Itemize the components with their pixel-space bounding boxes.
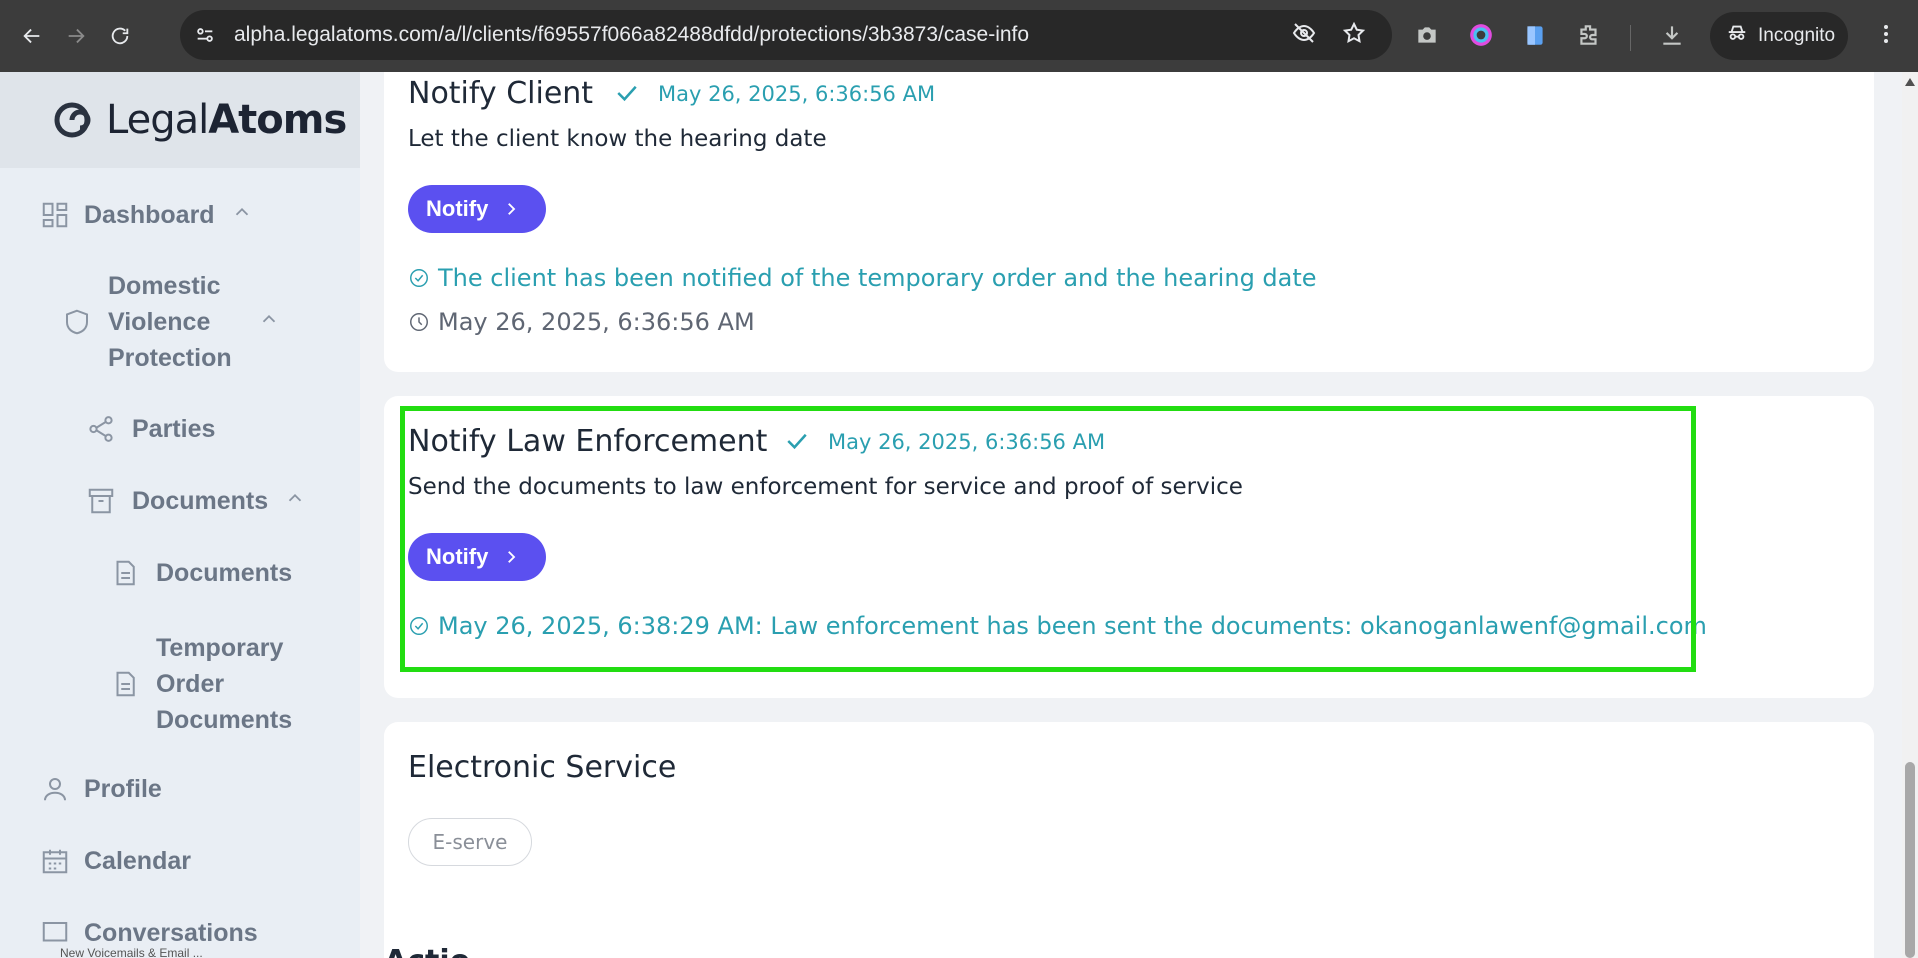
download-icon[interactable] — [1659, 22, 1685, 53]
main-content: Notify Client May 26, 2025, 6:36:56 AM L… — [360, 72, 1902, 958]
share-nodes-icon — [86, 414, 116, 444]
highlight-box — [400, 406, 1696, 672]
sidebar-item-label: Dashboard — [84, 200, 215, 229]
sidebar-item-profile[interactable]: Profile — [40, 774, 162, 804]
notify-client-button[interactable]: Notify — [408, 185, 546, 233]
step-description: Let the client know the hearing date — [408, 126, 827, 152]
electronic-service-card: Electronic Service E-serve — [384, 722, 1874, 958]
sidebar-item-label: Parties — [132, 414, 216, 443]
sidebar-item-parties[interactable]: Parties — [86, 414, 215, 444]
scrollbar-thumb[interactable] — [1905, 762, 1915, 958]
chevron-right-icon — [508, 203, 516, 215]
forward-icon[interactable] — [56, 16, 96, 56]
sidebar-item-label: Temporary Order Documents — [156, 634, 293, 734]
notify-client-card: Notify Client May 26, 2025, 6:36:56 AM L… — [384, 72, 1874, 372]
dashboard-grid-icon — [40, 200, 70, 230]
document-icon — [110, 558, 140, 588]
document-icon — [110, 669, 140, 699]
archive-box-icon — [86, 486, 116, 516]
bookmark-star-icon[interactable] — [1342, 21, 1366, 50]
legalatoms-logo-icon — [54, 102, 91, 138]
camera-icon[interactable] — [1414, 22, 1440, 53]
logo-text: LegalAtoms — [106, 97, 347, 143]
scrollbar[interactable] — [1902, 72, 1918, 958]
sidebar-item-conversations[interactable]: Conversations — [40, 918, 258, 948]
step-completed-time: May 26, 2025, 6:36:56 AM — [658, 82, 936, 106]
calendar-icon — [40, 846, 70, 876]
sidebar-footer-text: New Voicemails & Email ... — [0, 946, 360, 958]
url-text[interactable]: alpha.legalatoms.com/a/l/clients/f69557f… — [234, 23, 1292, 47]
address-bar[interactable]: alpha.legalatoms.com/a/l/clients/f69557f… — [180, 10, 1392, 60]
sidebar-item-temporary-order-documents[interactable]: Temporary Order Documents — [110, 630, 340, 738]
chat-icon — [40, 918, 70, 948]
sidebar-item-label: Profile — [84, 774, 162, 803]
chevron-up-icon[interactable] — [284, 487, 306, 516]
color-picker-extension-icon[interactable] — [1468, 22, 1494, 53]
sidebar-item-documents-sub[interactable]: Documents — [110, 558, 292, 588]
eye-off-icon[interactable] — [1292, 21, 1316, 50]
logo[interactable]: LegalAtoms — [0, 72, 360, 168]
actions-section-title: Actio — [384, 944, 470, 958]
sidebar-item-documents[interactable]: Documents — [86, 486, 306, 516]
sidebar: LegalAtoms Dashboard Domestic Violence P… — [0, 72, 360, 958]
incognito-profile-button[interactable]: Incognito — [1710, 12, 1848, 60]
toolbar-divider — [1630, 24, 1631, 51]
step-title: Electronic Service — [408, 750, 677, 785]
shield-icon — [62, 307, 92, 337]
notify-client-timestamp: May 26, 2025, 6:36:56 AM — [408, 308, 755, 336]
timestamp-text: May 26, 2025, 6:36:56 AM — [438, 308, 755, 336]
sidebar-item-label: Conversations — [84, 918, 258, 947]
incognito-label: Incognito — [1758, 25, 1836, 46]
scroll-up-arrow-icon[interactable] — [1905, 78, 1915, 86]
sidebar-item-label: Calendar — [84, 846, 191, 875]
button-label: Notify — [426, 196, 489, 221]
clock-icon — [410, 313, 428, 331]
incognito-icon — [1726, 22, 1748, 50]
clipboard-extension-icon[interactable] — [1522, 22, 1548, 53]
chevron-up-icon[interactable] — [258, 308, 280, 337]
chevron-up-icon[interactable] — [231, 201, 253, 230]
user-icon — [40, 774, 70, 804]
e-serve-button[interactable]: E-serve — [408, 818, 532, 866]
site-settings-icon[interactable] — [180, 24, 230, 46]
reload-icon[interactable] — [100, 16, 140, 56]
browser-toolbar: alpha.legalatoms.com/a/l/clients/f69557f… — [0, 0, 1918, 72]
sidebar-item-dashboard[interactable]: Dashboard — [40, 200, 253, 230]
sidebar-item-domestic-violence-protection[interactable]: Domestic Violence Protection — [62, 268, 312, 376]
back-icon[interactable] — [12, 16, 52, 56]
sidebar-item-calendar[interactable]: Calendar — [40, 846, 191, 876]
notify-client-status: The client has been notified of the temp… — [408, 264, 1317, 292]
sidebar-item-label: Domestic Violence Protection — [108, 272, 232, 372]
extensions-puzzle-icon[interactable] — [1576, 22, 1602, 53]
more-menu-icon[interactable] — [1874, 22, 1898, 51]
check-circle-icon — [410, 269, 428, 287]
status-text: The client has been notified of the temp… — [438, 264, 1317, 292]
sidebar-item-label: Documents — [156, 558, 293, 587]
sidebar-item-label: Documents — [132, 486, 269, 515]
step-title: Notify Client — [408, 76, 594, 111]
check-icon — [612, 78, 642, 113]
